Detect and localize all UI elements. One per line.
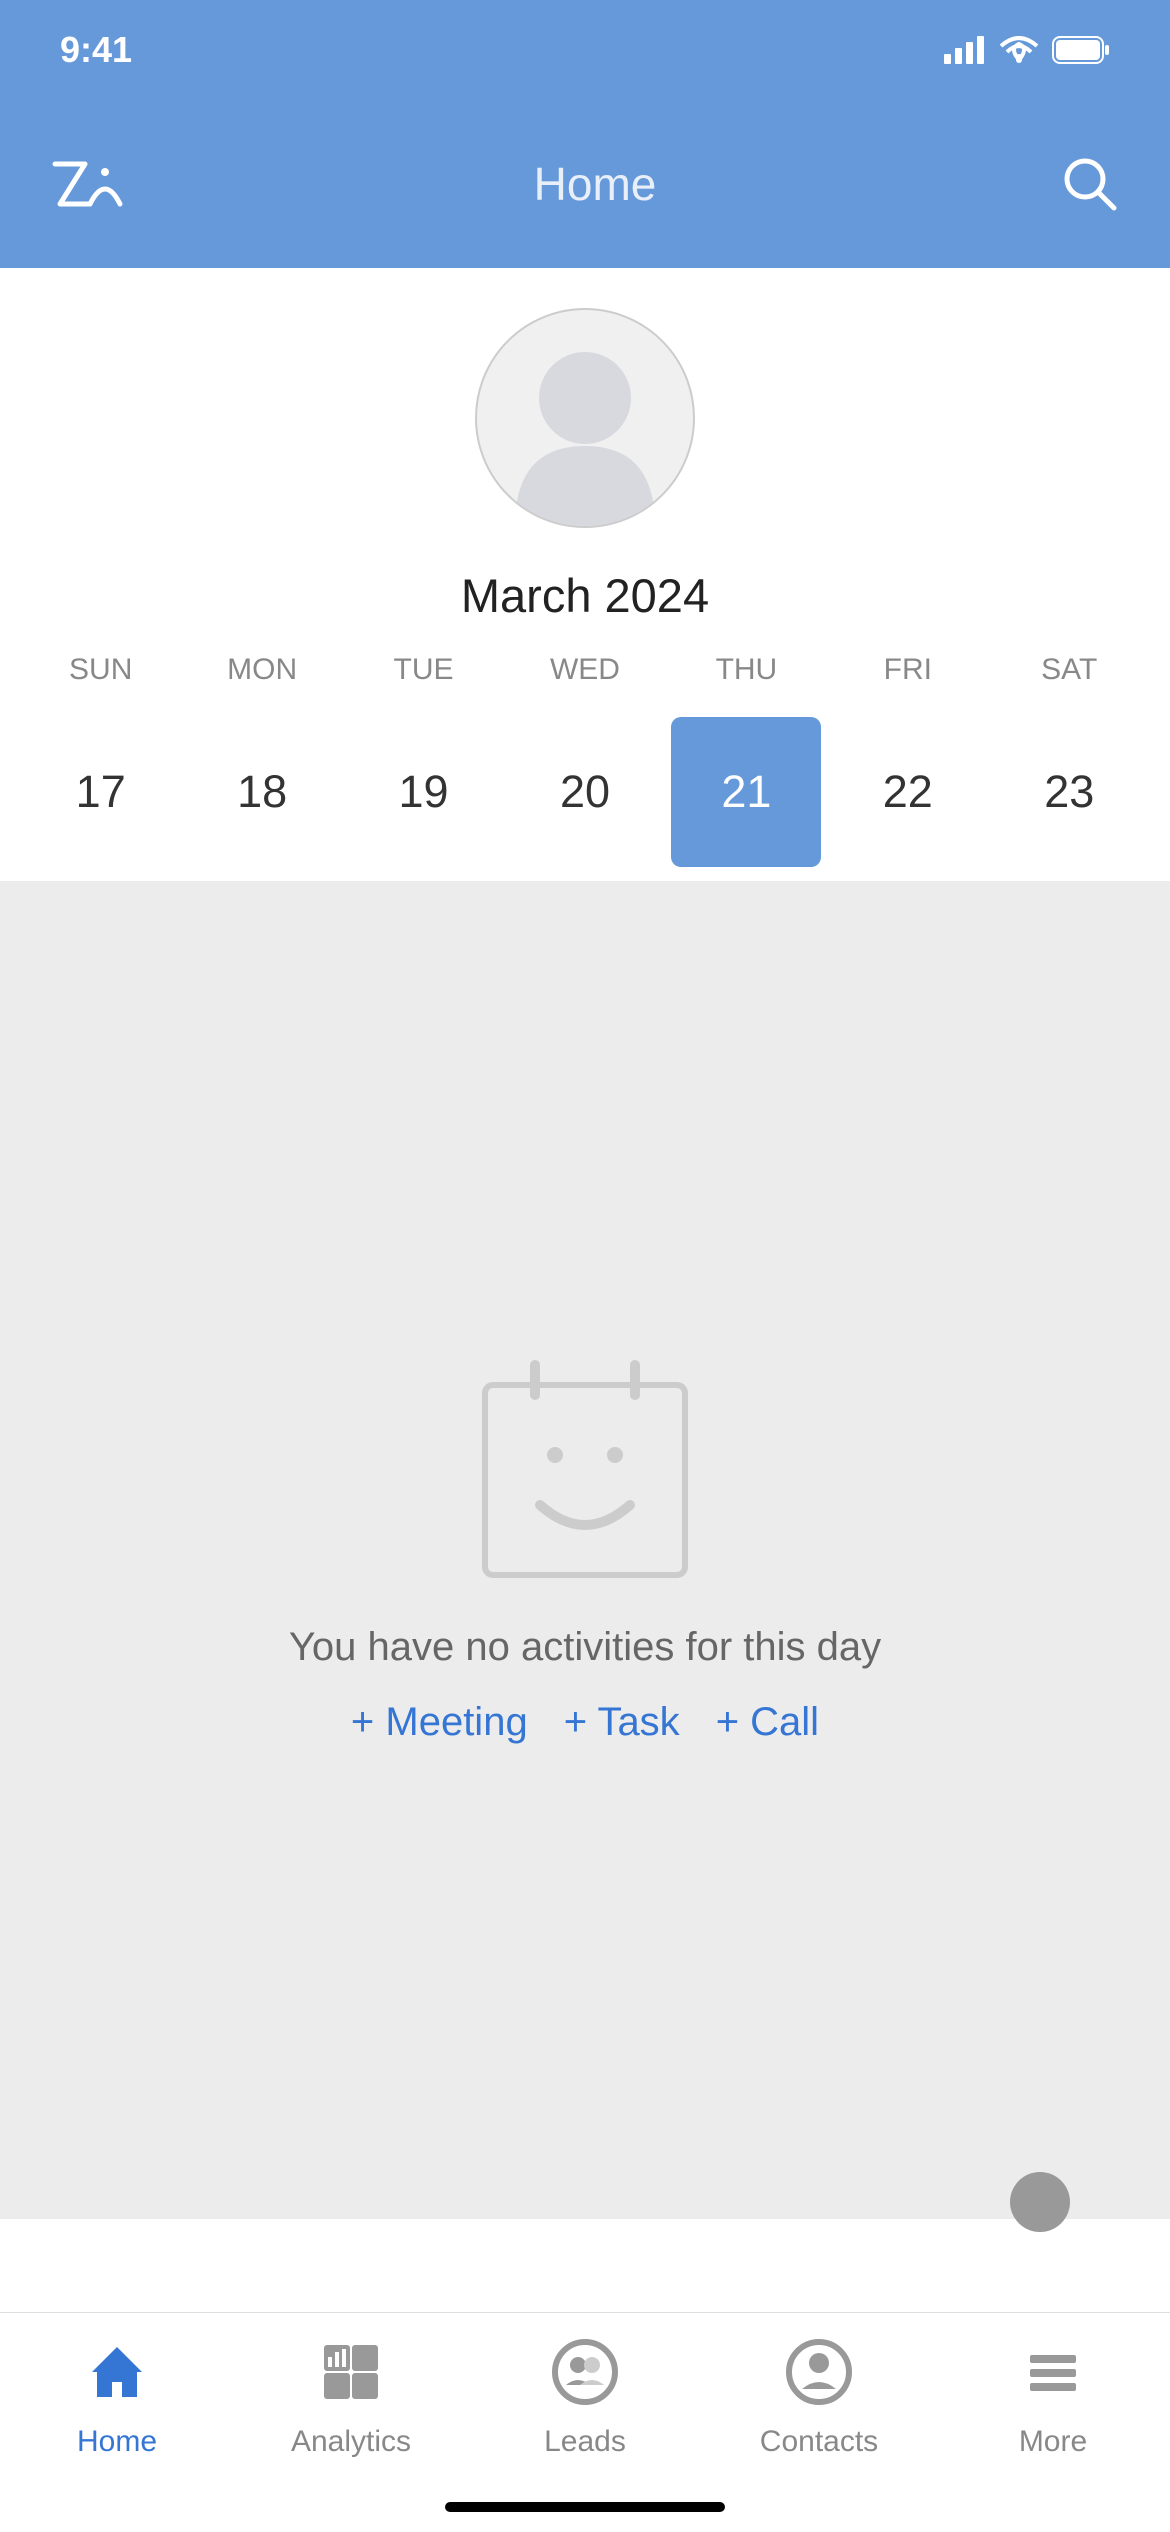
avatar-placeholder-icon: [485, 326, 685, 526]
add-task-button[interactable]: + Task: [564, 1700, 680, 1745]
tab-label: Leads: [544, 2425, 626, 2459]
day-abbr: FRI: [884, 653, 932, 687]
wifi-icon: [1000, 36, 1038, 64]
analytics-icon: [316, 2337, 386, 2407]
day-wed[interactable]: WED 20: [504, 653, 665, 867]
tab-home[interactable]: Home: [0, 2337, 234, 2459]
calendar-week: SUN 17 MON 18 TUE 19 WED 20 THU 21 FRI 2…: [0, 623, 1170, 867]
day-sat[interactable]: SAT 23: [989, 653, 1150, 867]
status-icons: [944, 36, 1110, 64]
home-icon: [82, 2337, 152, 2407]
floating-badge[interactable]: [1010, 2172, 1070, 2232]
day-num: 19: [349, 717, 499, 867]
day-num: 17: [26, 717, 176, 867]
search-icon: [1060, 154, 1120, 214]
day-abbr: SUN: [69, 653, 132, 687]
avatar[interactable]: [475, 308, 695, 528]
tab-label: Home: [77, 2425, 157, 2459]
day-num: 18: [187, 717, 337, 867]
empty-text: You have no activities for this day: [289, 1625, 881, 1670]
tab-more[interactable]: More: [936, 2337, 1170, 2459]
app-logo-icon[interactable]: [50, 154, 130, 214]
more-icon: [1018, 2337, 1088, 2407]
home-indicator[interactable]: [445, 2502, 725, 2512]
add-meeting-button[interactable]: + Meeting: [351, 1700, 528, 1745]
battery-icon: [1052, 36, 1110, 64]
day-abbr: TUE: [394, 653, 454, 687]
tab-leads[interactable]: Leads: [468, 2337, 702, 2459]
day-num: 23: [994, 717, 1144, 867]
tab-label: Contacts: [760, 2425, 878, 2459]
tab-contacts[interactable]: Contacts: [702, 2337, 936, 2459]
day-sun[interactable]: SUN 17: [20, 653, 181, 867]
day-fri[interactable]: FRI 22: [827, 653, 988, 867]
month-label[interactable]: March 2024: [461, 568, 709, 623]
day-abbr: WED: [550, 653, 620, 687]
tab-label: Analytics: [291, 2425, 411, 2459]
day-abbr: THU: [716, 653, 778, 687]
activities-section: You have no activities for this day + Me…: [0, 881, 1170, 2219]
day-thu[interactable]: THU 21: [666, 653, 827, 867]
status-time: 9:41: [60, 29, 132, 71]
day-num: 22: [833, 717, 983, 867]
empty-calendar-icon: [475, 1355, 695, 1585]
leads-icon: [550, 2337, 620, 2407]
search-button[interactable]: [1060, 154, 1120, 214]
day-abbr: SAT: [1041, 653, 1097, 687]
page-title: Home: [534, 157, 657, 211]
quick-actions: + Meeting + Task + Call: [351, 1700, 819, 1745]
tab-bar: Home Analytics Leads: [0, 2312, 1170, 2532]
day-num: 20: [510, 717, 660, 867]
day-num: 21: [671, 717, 821, 867]
signal-icon: [944, 36, 986, 64]
profile-section: March 2024: [0, 268, 1170, 623]
day-tue[interactable]: TUE 19: [343, 653, 504, 867]
status-bar: 9:41: [0, 0, 1170, 100]
day-mon[interactable]: MON 18: [181, 653, 342, 867]
tab-analytics[interactable]: Analytics: [234, 2337, 468, 2459]
add-call-button[interactable]: + Call: [716, 1700, 819, 1745]
day-abbr: MON: [227, 653, 297, 687]
tab-label: More: [1019, 2425, 1087, 2459]
contacts-icon: [784, 2337, 854, 2407]
nav-header: Home: [0, 100, 1170, 268]
